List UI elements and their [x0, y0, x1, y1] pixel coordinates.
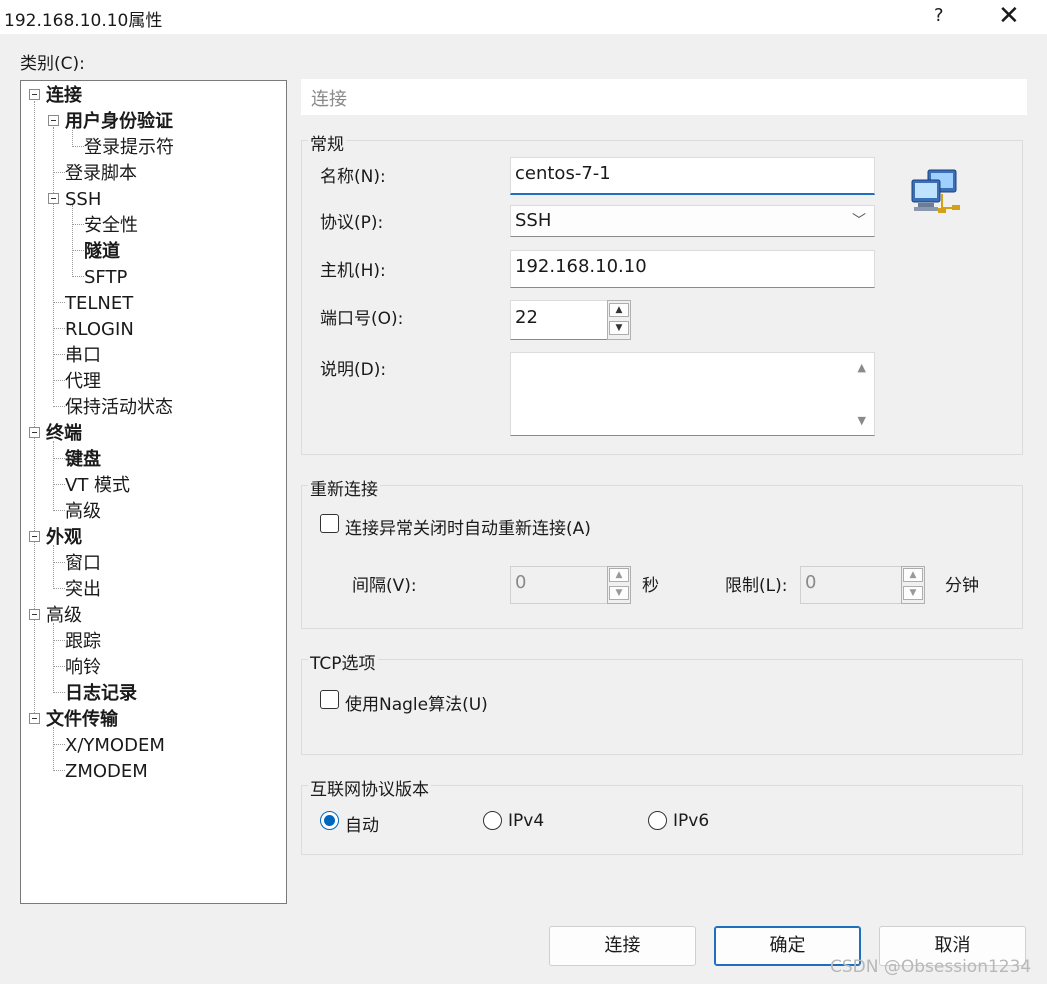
tree-item-appearance[interactable]: 外观: [46, 525, 82, 551]
spin-down-icon[interactable]: ▼: [609, 586, 629, 600]
interval-field[interactable]: 0: [510, 566, 608, 604]
category-label: 类别(C):: [20, 54, 85, 74]
tree-item-trace[interactable]: 跟踪: [65, 629, 101, 655]
description-field[interactable]: ▲ ▼: [510, 352, 875, 436]
ipv6-label[interactable]: IPv6: [673, 811, 709, 831]
tree-item-file-transfer[interactable]: 文件传输: [46, 707, 118, 733]
collapse-icon[interactable]: [48, 115, 59, 126]
collapse-icon[interactable]: [29, 531, 40, 542]
chevron-down-icon: ﹀: [852, 213, 866, 229]
port-value: 22: [515, 307, 538, 328]
tree-item-tunnel[interactable]: 隧道: [84, 239, 120, 265]
name-value: centos-7-1: [515, 163, 611, 184]
watermark: CSDN @Obsession1234: [830, 957, 1032, 977]
tree-item-serial[interactable]: 串口: [65, 343, 101, 369]
limit-unit: 分钟: [945, 576, 979, 596]
spin-up-icon[interactable]: ▲: [609, 568, 629, 582]
interval-value: 0: [515, 572, 527, 593]
tree-item-login-prompts[interactable]: 登录提示符: [84, 135, 174, 161]
protocol-label: 协议(P):: [320, 213, 384, 233]
ipv4-radio[interactable]: [483, 811, 502, 830]
window-title: 192.168.10.10属性: [4, 11, 163, 31]
spin-up-icon[interactable]: ▲: [609, 303, 629, 317]
tree-item-ssh[interactable]: SSH: [65, 187, 101, 213]
collapse-icon[interactable]: [29, 713, 40, 724]
tree-item-auth[interactable]: 用户身份验证: [65, 109, 173, 135]
auto-reconnect-checkbox[interactable]: [320, 514, 339, 533]
limit-spinner[interactable]: ▲ ▼: [901, 566, 925, 604]
tree-item-highlight[interactable]: 突出: [65, 577, 101, 603]
collapse-icon[interactable]: [29, 609, 40, 620]
name-field[interactable]: centos-7-1: [510, 157, 875, 195]
protocol-value: SSH: [515, 210, 552, 231]
panel-title: 连接: [311, 89, 347, 110]
port-label: 端口号(O):: [320, 309, 404, 329]
panel-header: 连接: [301, 79, 1027, 115]
help-button[interactable]: ?: [934, 5, 944, 26]
tree-item-xymodem[interactable]: X/YMODEM: [65, 733, 165, 759]
spin-up-icon[interactable]: ▲: [903, 568, 923, 582]
nagle-label[interactable]: 使用Nagle算法(U): [345, 690, 488, 715]
tree-item-logging[interactable]: 日志记录: [65, 681, 137, 707]
tree-item-terminal[interactable]: 终端: [46, 421, 82, 447]
tree-item-keepalive[interactable]: 保持活动状态: [65, 395, 173, 421]
network-icon: [910, 168, 962, 218]
collapse-icon[interactable]: [29, 427, 40, 438]
interval-unit: 秒: [642, 576, 659, 596]
interval-spinner[interactable]: ▲ ▼: [607, 566, 631, 604]
general-group-label: 常规: [308, 130, 346, 155]
tree-item-vt-mode[interactable]: VT 模式: [65, 473, 130, 499]
description-label: 说明(D):: [320, 360, 387, 380]
category-tree[interactable]: 连接 用户身份验证 登录提示符 登录脚本 SSH 安全性 隧道 SFTP TEL…: [20, 80, 287, 904]
tree-item-window[interactable]: 窗口: [65, 551, 101, 577]
scroll-up-icon[interactable]: ▲: [858, 361, 866, 374]
host-value: 192.168.10.10: [515, 256, 647, 277]
limit-value: 0: [805, 572, 817, 593]
tcp-group-label: TCP选项: [308, 649, 378, 674]
ip-version-group-label: 互联网协议版本: [308, 775, 431, 800]
close-button[interactable]: ✕: [998, 1, 1020, 31]
ip-auto-label[interactable]: 自动: [345, 811, 379, 836]
auto-reconnect-label[interactable]: 连接异常关闭时自动重新连接(A): [345, 514, 591, 539]
collapse-icon[interactable]: [29, 89, 40, 100]
tree-item-bell[interactable]: 响铃: [65, 655, 101, 681]
tree-item-terminal-advanced[interactable]: 高级: [65, 499, 101, 525]
limit-label: 限制(L):: [725, 576, 788, 596]
tree-item-connection[interactable]: 连接: [46, 83, 82, 109]
host-label: 主机(H):: [320, 261, 386, 281]
title-bar: 192.168.10.10属性 ? ✕: [0, 0, 1047, 34]
tree-item-login-scripts[interactable]: 登录脚本: [65, 161, 137, 187]
tree-item-advanced[interactable]: 高级: [46, 603, 82, 629]
connect-button[interactable]: 连接: [549, 926, 696, 966]
port-field[interactable]: 22: [510, 300, 608, 340]
tree-item-keyboard[interactable]: 键盘: [65, 447, 101, 473]
interval-label: 间隔(V):: [352, 576, 417, 596]
tree-item-telnet[interactable]: TELNET: [65, 291, 133, 317]
tree-item-security[interactable]: 安全性: [84, 213, 138, 239]
scroll-down-icon[interactable]: ▼: [858, 414, 866, 427]
tree-item-sftp[interactable]: SFTP: [84, 265, 127, 291]
ipv6-radio[interactable]: [648, 811, 667, 830]
tree-item-rlogin[interactable]: RLOGIN: [65, 317, 134, 343]
name-label: 名称(N):: [320, 167, 386, 187]
tree-item-proxy[interactable]: 代理: [65, 369, 101, 395]
ip-auto-radio[interactable]: [320, 811, 339, 830]
collapse-icon[interactable]: [48, 193, 59, 204]
nagle-checkbox[interactable]: [320, 690, 339, 709]
reconnect-group-label: 重新连接: [308, 475, 380, 500]
spin-down-icon[interactable]: ▼: [903, 586, 923, 600]
host-field[interactable]: 192.168.10.10: [510, 250, 875, 288]
spin-down-icon[interactable]: ▼: [609, 321, 629, 335]
protocol-select[interactable]: SSH ﹀: [510, 205, 875, 237]
limit-field[interactable]: 0: [800, 566, 902, 604]
tree-item-zmodem[interactable]: ZMODEM: [65, 759, 148, 785]
reconnect-group: [301, 485, 1023, 629]
ipv4-label[interactable]: IPv4: [508, 811, 544, 831]
port-spinner[interactable]: ▲ ▼: [607, 300, 631, 340]
